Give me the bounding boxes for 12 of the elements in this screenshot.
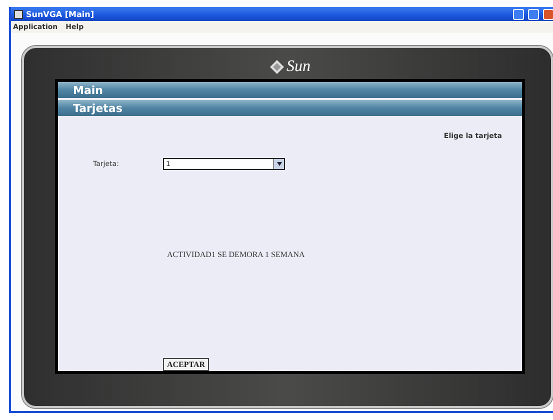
section-header[interactable]: Tarjetas (58, 100, 522, 116)
message: ACTIVIDAD1 SE DEMORA 1 SEMANA (167, 250, 306, 261)
accept-button[interactable]: ACEPTAR (163, 358, 210, 371)
maximize-button[interactable] (528, 8, 539, 20)
diamond-logo-icon (270, 60, 284, 74)
app-icon (14, 10, 23, 18)
window-title: SunVGA [Main] (26, 10, 95, 18)
minimize-button[interactable] (513, 8, 524, 20)
close-button[interactable] (543, 8, 553, 20)
section-header[interactable]: Main (58, 82, 522, 98)
dropdown-arrow-icon (276, 162, 282, 166)
brand-logo: Sun (286, 58, 310, 76)
